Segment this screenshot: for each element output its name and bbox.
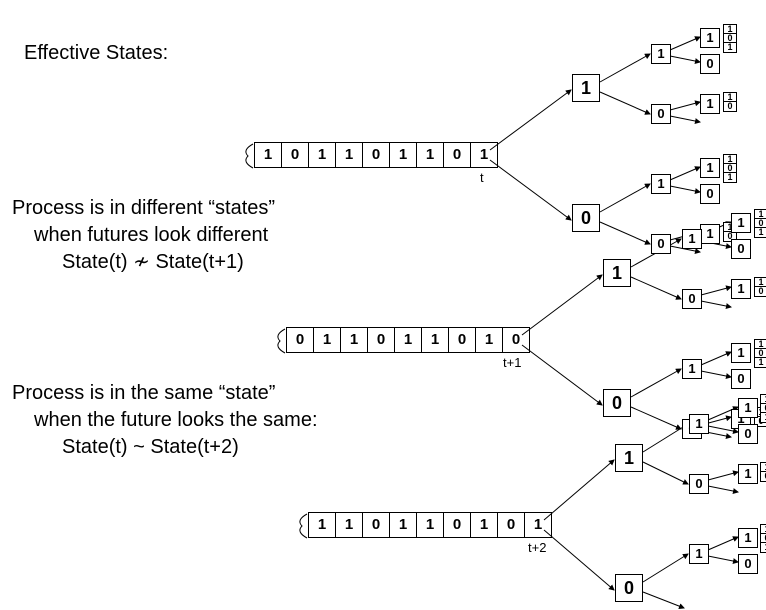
tape-cut: [236, 143, 254, 167]
tree-node: 0: [682, 289, 702, 309]
tape-cut: [268, 328, 286, 352]
tree-node: 1: [651, 174, 671, 194]
cell: 1: [394, 328, 421, 352]
cell: 0: [443, 143, 470, 167]
tree-node: 1: [689, 544, 709, 564]
cell: 1: [389, 513, 416, 537]
cell: 1: [470, 513, 497, 537]
tree-node: 0: [738, 424, 758, 444]
tape-t-cells: 1 0 1 1 0 1 1 0 1: [254, 142, 498, 168]
tree-leaf: 10: [754, 277, 766, 297]
tree-node: 1: [603, 259, 631, 287]
cell: 0: [362, 143, 389, 167]
p2l2: when the future looks the same:: [12, 407, 318, 434]
tape-t2-label: t+2: [528, 540, 546, 555]
tree-node: 1: [731, 213, 751, 233]
cell: 1: [340, 328, 367, 352]
cell: 1: [475, 328, 502, 352]
cell: 0: [443, 513, 470, 537]
tree-leaf: 101: [723, 154, 737, 183]
cell: 1: [335, 513, 362, 537]
p2eq: State(t) ~ State(t+2): [12, 434, 318, 461]
p1eq: State(t) ≁ State(t+1): [12, 249, 275, 276]
tree-node: 1: [682, 359, 702, 379]
cell: 1: [421, 328, 448, 352]
tree-node: 1: [731, 343, 751, 363]
cell: 0: [362, 513, 389, 537]
tree-leaf: 101: [760, 394, 766, 423]
tree-node: 1: [615, 444, 643, 472]
p2l1: Process is in the same “state”: [12, 380, 318, 407]
tree-node: 0: [738, 554, 758, 574]
tape-t2-cells: 1 1 0 1 1 0 1 0 1: [308, 512, 552, 538]
cell: 1: [335, 143, 362, 167]
tree-node: 0: [651, 234, 671, 254]
cell: 1: [313, 328, 340, 352]
tree-node: 0: [689, 474, 709, 494]
tree-node: 0: [731, 369, 751, 389]
cell: 1: [524, 513, 551, 537]
tree-node: 0: [731, 239, 751, 259]
para1: Process is in different “states” when fu…: [12, 195, 275, 276]
cell: 1: [416, 513, 443, 537]
tree-node: 0: [651, 104, 671, 124]
p1l2: when futures look different: [12, 222, 275, 249]
para2: Process is in the same “state” when the …: [12, 380, 318, 461]
tape-t-label: t: [480, 170, 484, 185]
tape-t: 1 0 1 1 0 1 1 0 1: [236, 142, 498, 168]
tree-leaf: 101: [723, 24, 737, 53]
cell: 0: [448, 328, 475, 352]
tree-node: 0: [700, 54, 720, 74]
tree-leaf: 10: [723, 92, 737, 112]
cell: 0: [286, 328, 313, 352]
tree-node: 1: [738, 528, 758, 548]
tree-node: 1: [572, 74, 600, 102]
tree-node: 0: [572, 204, 600, 232]
tree-node: 1: [700, 158, 720, 178]
tape-t1-label: t+1: [503, 355, 521, 370]
tree-node: 1: [689, 414, 709, 434]
p1l1: Process is in different “states”: [12, 195, 275, 222]
cell: 1: [308, 513, 335, 537]
tree-node: 0: [615, 574, 643, 602]
tree-leaf: 101: [754, 339, 766, 368]
tree-node: 1: [738, 464, 758, 484]
tree-leaf: 101: [754, 209, 766, 238]
tree-node: 0: [700, 184, 720, 204]
cell: 0: [497, 513, 524, 537]
cell: 1: [308, 143, 335, 167]
cell: 1: [470, 143, 497, 167]
cell: 0: [367, 328, 394, 352]
cell: 1: [389, 143, 416, 167]
cell: 0: [281, 143, 308, 167]
tape-t2: 1 1 0 1 1 0 1 0 1: [290, 512, 552, 538]
tree-node: 1: [731, 279, 751, 299]
tree-node: 1: [682, 229, 702, 249]
cell: 0: [502, 328, 529, 352]
cell: 1: [416, 143, 443, 167]
title: Effective States:: [24, 40, 168, 67]
tree-node: 1: [651, 44, 671, 64]
tape-t1-cells: 0 1 1 0 1 1 0 1 0: [286, 327, 530, 353]
tree-node: 1: [700, 28, 720, 48]
tape-t1: 0 1 1 0 1 1 0 1 0: [268, 327, 530, 353]
tree-leaf: 101: [760, 524, 766, 553]
tree-node: 0: [603, 389, 631, 417]
tree-leaf: 10: [760, 462, 766, 482]
tree-node: 1: [700, 94, 720, 114]
tree-node: 1: [700, 224, 720, 244]
tape-cut: [290, 513, 308, 537]
cell: 1: [254, 143, 281, 167]
tree-node: 1: [738, 398, 758, 418]
